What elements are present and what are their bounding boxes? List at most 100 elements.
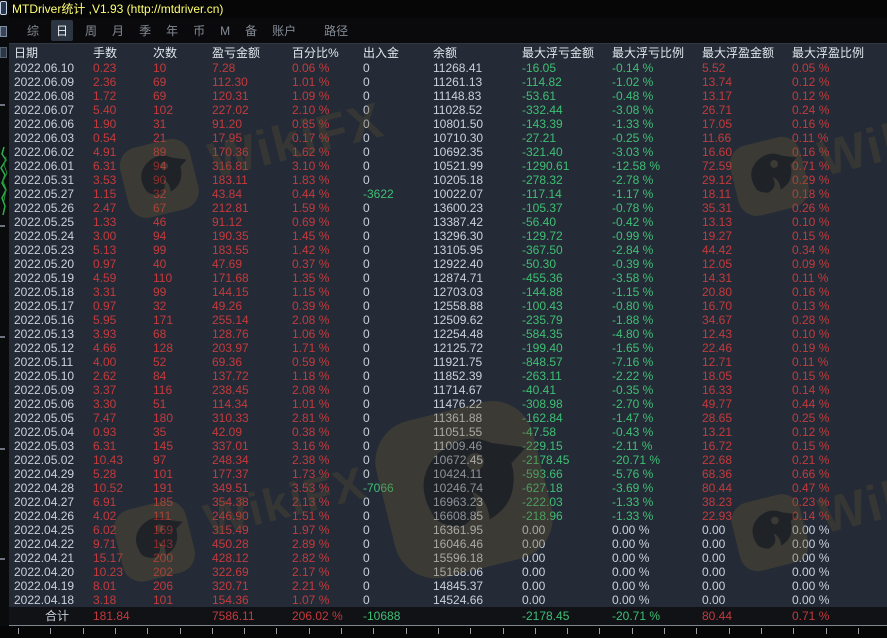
axis-tick bbox=[115, 628, 116, 634]
table-row[interactable]: 2022.05.040.933542.090.38 %011051.55-47.… bbox=[9, 425, 887, 439]
column-header-lots: 手数 bbox=[93, 45, 153, 61]
menu-item-summary[interactable]: 综 bbox=[24, 20, 42, 41]
table-row[interactable]: 2022.05.251.334691.120.69 %013387.42-56.… bbox=[9, 215, 887, 229]
menu-item-currency[interactable]: 币 bbox=[190, 20, 208, 41]
table-row[interactable]: 2022.05.313.5390183.111.83 %010205.18-27… bbox=[9, 173, 887, 187]
table-row[interactable]: 2022.06.100.23107.280.06 %011268.41-16.0… bbox=[9, 61, 887, 75]
table-row[interactable]: 2022.04.229.71143450.282.89 %016046.460.… bbox=[9, 537, 887, 551]
menu-item-note[interactable]: 备 bbox=[242, 20, 260, 41]
table-row[interactable]: 2022.05.262.4767212.811.59 %013600.23-10… bbox=[9, 201, 887, 215]
table-row[interactable]: 2022.05.036.31145337.013.16 %011009.46-2… bbox=[9, 439, 887, 453]
table-rows: 2022.06.100.23107.280.06 %011268.41-16.0… bbox=[9, 61, 887, 607]
screen: { "window": { "title": "MTDriver统计 ,V1.9… bbox=[0, 0, 887, 638]
axis-dash bbox=[0, 558, 5, 560]
axis-tick bbox=[373, 628, 374, 634]
column-header-profit-amount: 盈亏金额 bbox=[212, 45, 292, 61]
table-row[interactable]: 2022.05.057.47180310.332.81 %011361.88-1… bbox=[9, 411, 887, 425]
table-row[interactable]: 2022.04.2115.17200428.122.82 %015596.180… bbox=[9, 551, 887, 565]
menu-item-month[interactable]: 月 bbox=[109, 20, 127, 41]
axis-tick bbox=[406, 628, 407, 634]
axis-tick bbox=[503, 628, 504, 634]
table-row[interactable]: 2022.04.2010.23202322.692.17 %015168.060… bbox=[9, 565, 887, 579]
total-cell: 80.44 bbox=[702, 607, 792, 625]
axis-tick bbox=[244, 628, 245, 634]
axis-tick bbox=[535, 628, 536, 634]
table-row[interactable]: 2022.05.093.37116238.452.08 %011714.67-4… bbox=[9, 383, 887, 397]
column-header-balance: 余额 bbox=[433, 45, 522, 61]
total-cell: 206.02 % bbox=[292, 607, 363, 625]
column-header-deposit-withdrawal: 出入金 bbox=[363, 45, 433, 61]
menu-item-week[interactable]: 周 bbox=[82, 20, 100, 41]
table-row[interactable]: 2022.06.024.9189170.361.62 %010692.35-32… bbox=[9, 145, 887, 159]
column-header-date: 日期 bbox=[14, 45, 93, 61]
menu-item-m[interactable]: M bbox=[217, 22, 233, 40]
menu-item-account[interactable]: 账户 bbox=[269, 20, 299, 41]
background-icon-fragment bbox=[0, 47, 7, 58]
statistics-table: 日期 手数 次数 盈亏金额 百分比% 出入金 余额 最大浮亏金额 最大浮亏比例 … bbox=[9, 43, 887, 626]
table-row[interactable]: 2022.06.061.903191.200.85 %010801.50-143… bbox=[9, 117, 887, 131]
table-row[interactable]: 2022.04.295.28101177.371.73 %010424.11-5… bbox=[9, 467, 887, 481]
axis-tick bbox=[180, 628, 181, 634]
table-row[interactable]: 2022.06.092.3669112.301.01 %011261.13-11… bbox=[9, 75, 887, 89]
table-row[interactable]: 2022.05.194.59110171.681.35 %012874.71-4… bbox=[9, 271, 887, 285]
axis-dash bbox=[0, 336, 5, 338]
axis-dash bbox=[0, 104, 5, 106]
total-cell bbox=[433, 607, 522, 625]
column-header-max-floating-profit-ratio: 最大浮盈比例 bbox=[792, 45, 887, 61]
axis-tick bbox=[438, 628, 439, 634]
table-row[interactable]: 2022.05.170.973249.260.39 %012558.88-100… bbox=[9, 299, 887, 313]
menu-item-day[interactable]: 日 bbox=[51, 20, 73, 41]
menu-item-quarter[interactable]: 季 bbox=[136, 20, 154, 41]
table-row[interactable]: 2022.05.124.66128203.971.71 %012125.72-1… bbox=[9, 341, 887, 355]
table-row[interactable]: 2022.06.081.7269120.311.09 %011148.83-53… bbox=[9, 89, 887, 103]
table-row[interactable]: 2022.05.271.153243.840.44 %-362210022.07… bbox=[9, 187, 887, 201]
table-row[interactable]: 2022.05.243.0094190.351.45 %013296.30-12… bbox=[9, 229, 887, 243]
table-total-row: 合计181.847586.11206.02 %-10688-2178.45-20… bbox=[9, 607, 887, 625]
total-cell: -10688 bbox=[363, 607, 433, 625]
table-row[interactable]: 2022.05.133.9368128.761.06 %012254.48-58… bbox=[9, 327, 887, 341]
axis-tick bbox=[761, 628, 762, 634]
axis-tick bbox=[632, 628, 633, 634]
axis-tick bbox=[567, 628, 568, 634]
window-title: MTDriver统计 ,V1.93 (http://mtdriver.cn) bbox=[12, 2, 223, 16]
axis-tick bbox=[18, 628, 19, 634]
background-window-strip bbox=[0, 0, 9, 638]
table-row[interactable]: 2022.04.276.91185354.382.13 %016963.23-2… bbox=[9, 495, 887, 509]
total-label: 合计 bbox=[14, 607, 93, 625]
table-row[interactable]: 2022.04.183.18101154.361.07 %014524.660.… bbox=[9, 593, 887, 607]
table-row[interactable]: 2022.05.235.1399183.551.42 %013105.95-36… bbox=[9, 243, 887, 257]
axis-tick bbox=[664, 628, 665, 634]
axis-tick bbox=[50, 628, 51, 634]
table-row[interactable]: 2022.06.075.40102227.022.10 %011028.52-3… bbox=[9, 103, 887, 117]
table-row[interactable]: 2022.06.030.542117.950.17 %010710.30-27.… bbox=[9, 131, 887, 145]
menu-bar: 综 日 周 月 季 年 币 M 备 账户 路径 bbox=[9, 18, 887, 43]
column-header-max-floating-loss-ratio: 最大浮亏比例 bbox=[612, 45, 702, 61]
table-row[interactable]: 2022.05.063.3051114.341.01 %011476.22-30… bbox=[9, 397, 887, 411]
axis-tick bbox=[826, 628, 827, 634]
menu-item-year[interactable]: 年 bbox=[163, 20, 181, 41]
window-titlebar[interactable]: MTDriver统计 ,V1.93 (http://mtdriver.cn) bbox=[9, 0, 887, 18]
table-row[interactable]: 2022.04.2810.52191349.513.53 %-706610246… bbox=[9, 481, 887, 495]
axis-tick bbox=[147, 628, 148, 634]
table-row[interactable]: 2022.05.0210.4397248.342.38 %010672.45-2… bbox=[9, 453, 887, 467]
total-cell bbox=[153, 607, 212, 625]
axis-tick bbox=[696, 628, 697, 634]
table-row[interactable]: 2022.05.183.3199144.151.15 %012703.03-14… bbox=[9, 285, 887, 299]
table-row[interactable]: 2022.05.102.6284137.721.18 %011852.39-26… bbox=[9, 369, 887, 383]
menu-item-path[interactable]: 路径 bbox=[321, 20, 351, 41]
background-icon-fragment bbox=[0, 26, 7, 37]
table-row[interactable]: 2022.04.264.02111246.901.51 %016608.85-2… bbox=[9, 509, 887, 523]
table-row[interactable]: 2022.06.016.3194316.813.10 %010521.99-12… bbox=[9, 159, 887, 173]
axis-tick bbox=[858, 628, 859, 634]
table-row[interactable]: 2022.05.165.95171255.142.08 %012509.62-2… bbox=[9, 313, 887, 327]
table-row[interactable]: 2022.05.200.974047.690.37 %012922.40-50.… bbox=[9, 257, 887, 271]
table-row[interactable]: 2022.04.198.01206320.712.21 %014845.370.… bbox=[9, 579, 887, 593]
column-header-max-floating-loss-amount: 最大浮亏金额 bbox=[522, 45, 612, 61]
axis-tick bbox=[729, 628, 730, 634]
axis-dash bbox=[0, 448, 5, 450]
table-row[interactable]: 2022.05.114.005269.360.59 %011921.75-848… bbox=[9, 355, 887, 369]
axis-tick bbox=[793, 628, 794, 634]
axis-tick bbox=[599, 628, 600, 634]
total-cell: 0.71 % bbox=[792, 607, 887, 625]
table-row[interactable]: 2022.04.256.02169315.491.97 %016361.950.… bbox=[9, 523, 887, 537]
